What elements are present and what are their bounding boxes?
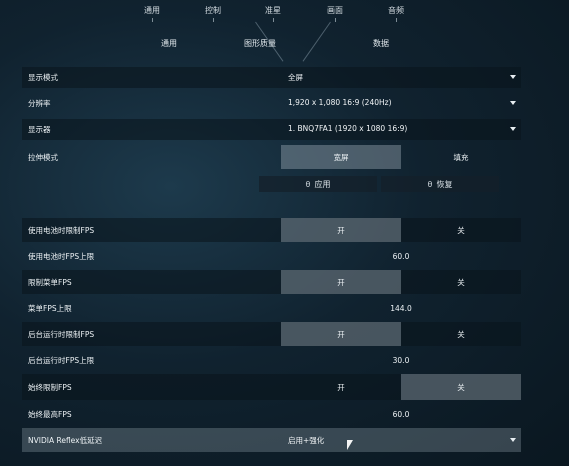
setting-row-always-limit-fps: 始终限制FPS 开 关 [22,374,521,400]
restore-button[interactable]: θ 恢复 [381,176,499,192]
top-tab-bar: 通用 控制 准星 画面 音频 [0,0,569,22]
setting-label: 后台运行时FPS上限 [28,355,95,365]
setting-row-monitor: 显示器 1. BNQ7FA1 (1920 x 1080 16:9) [22,119,521,140]
setting-label: 后台运行时限制FPS [28,329,95,339]
setting-label: 拉伸模式 [28,152,58,162]
top-tab-controls[interactable]: 控制 [205,5,221,22]
menu-limit-off-option[interactable]: 关 [401,270,521,294]
background-limit-on-option[interactable]: 开 [281,322,401,346]
setting-row-background-limit-fps: 后台运行时限制FPS 开 关 [22,322,521,346]
sub-tab-general[interactable]: 通用 [161,38,177,49]
setting-label: 分辨率 [28,99,51,108]
stretch-option-fill[interactable]: 填充 [401,145,521,169]
background-limit-off-option[interactable]: 关 [401,322,521,346]
battery-fps-cap-field[interactable]: 60.0 [281,245,521,267]
setting-label: 显示器 [28,125,51,134]
always-limit-off-option[interactable]: 关 [401,374,521,400]
top-tab-audio[interactable]: 音频 [388,5,404,22]
setting-label: 始终最高FPS [28,409,72,419]
setting-label: NVIDIA Reflex低延迟 [28,435,103,445]
setting-row-menu-fps-cap: 菜单FPS上限 144.0 [22,297,521,319]
setting-label: 使用电池时限制FPS [28,225,95,235]
setting-label: 使用电池时FPS上限 [28,251,95,261]
top-tab-general[interactable]: 通用 [144,5,160,22]
mouse-cursor-icon [347,440,353,450]
setting-row-nvidia-reflex: NVIDIA Reflex低延迟 启用+强化 [22,428,521,452]
action-button-bar: θ 应用 θ 恢复 [259,176,499,192]
always-limit-on-option[interactable]: 开 [281,374,401,400]
battery-limit-off-option[interactable]: 关 [401,218,521,242]
setting-row-menu-limit-fps: 限制菜单FPS 开 关 [22,270,521,294]
setting-row-display-mode: 显示模式 全屏 [22,67,521,88]
top-tab-video[interactable]: 画面 [327,5,343,22]
gamepad-icon: θ [305,179,311,189]
display-mode-dropdown[interactable]: 全屏 [281,67,521,88]
apply-button[interactable]: θ 应用 [259,176,377,192]
chevron-down-icon [510,127,516,131]
menu-fps-cap-field[interactable]: 144.0 [281,297,521,319]
sub-tab-stats[interactable]: 数据 [373,38,389,49]
setting-row-battery-fps-cap: 使用电池时FPS上限 60.0 [22,245,521,267]
menu-limit-on-option[interactable]: 开 [281,270,401,294]
chevron-down-icon [510,75,516,79]
gamepad-icon: θ [427,179,433,189]
nvidia-reflex-dropdown[interactable]: 启用+强化 [281,428,521,452]
chevron-down-icon [510,438,516,442]
stretch-option-widescreen[interactable]: 宽屏 [281,145,401,169]
setting-label: 限制菜单FPS [28,277,72,287]
sub-tab-graphics-quality[interactable]: 图形质量 [244,38,276,49]
top-tab-crosshair[interactable]: 准星 [265,5,281,22]
sub-tab-bar: 通用 图形质量 数据 [0,38,569,52]
setting-row-stretch-mode: 拉伸模式 宽屏 填充 [22,145,521,169]
setting-label: 菜单FPS上限 [28,303,72,313]
battery-limit-on-option[interactable]: 开 [281,218,401,242]
setting-row-background-fps-cap: 后台运行时FPS上限 30.0 [22,349,521,371]
background-fps-cap-field[interactable]: 30.0 [281,349,521,371]
always-max-fps-field[interactable]: 60.0 [281,403,521,425]
setting-label: 显示模式 [28,73,58,82]
setting-row-always-max-fps: 始终最高FPS 60.0 [22,403,521,425]
setting-row-resolution: 分辨率 1,920 x 1,080 16:9 (240Hz) [22,93,521,114]
resolution-dropdown[interactable]: 1,920 x 1,080 16:9 (240Hz) [281,93,521,114]
chevron-down-icon [510,101,516,105]
setting-label: 始终限制FPS [28,382,72,392]
setting-row-battery-limit-fps: 使用电池时限制FPS 开 关 [22,218,521,242]
monitor-dropdown[interactable]: 1. BNQ7FA1 (1920 x 1080 16:9) [281,119,521,140]
